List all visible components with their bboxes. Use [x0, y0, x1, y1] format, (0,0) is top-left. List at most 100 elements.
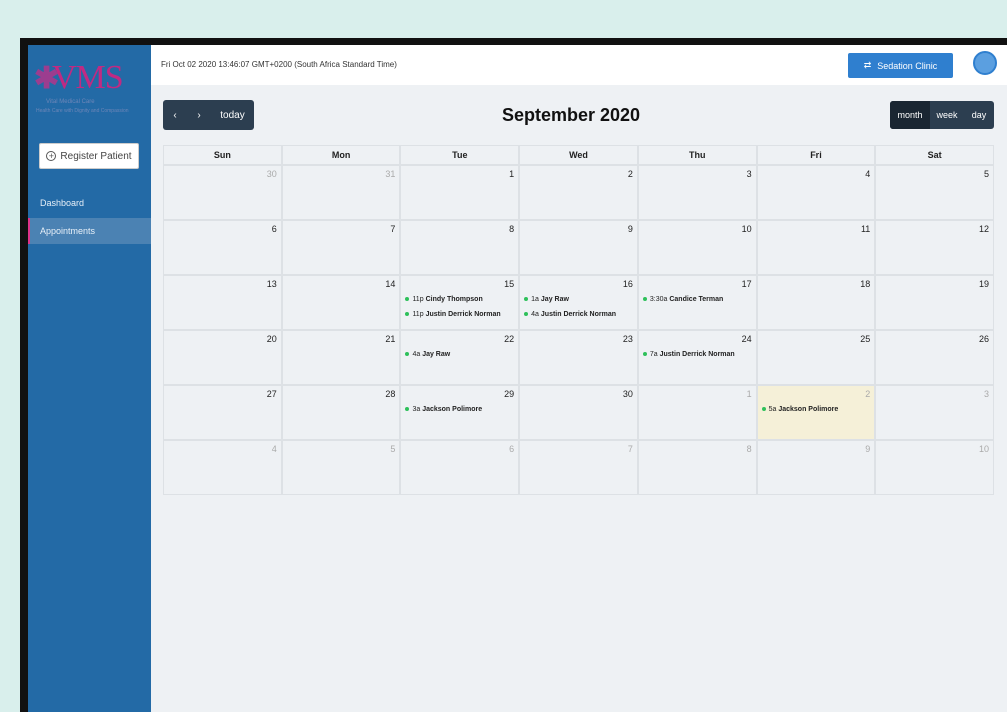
day-cell[interactable]: 31: [281, 165, 401, 220]
calendar-event[interactable]: 3:30a Candice Terman: [642, 296, 723, 303]
day-cell[interactable]: 14: [281, 275, 401, 330]
day-number[interactable]: 2: [628, 169, 633, 179]
day-number[interactable]: 27: [267, 389, 277, 399]
day-cell[interactable]: 18: [756, 275, 876, 330]
day-cell[interactable]: 6: [400, 440, 520, 495]
day-number[interactable]: 21: [385, 334, 395, 344]
day-cell[interactable]: 2: [519, 165, 638, 220]
day-number[interactable]: 29: [504, 389, 514, 399]
day-cell[interactable]: 8: [637, 440, 757, 495]
day-number[interactable]: 3: [747, 169, 752, 179]
day-cell[interactable]: 5: [281, 440, 401, 495]
day-number[interactable]: 5: [390, 444, 395, 454]
calendar-event[interactable]: 11p Cindy Thompson: [405, 296, 483, 303]
day-number[interactable]: 7: [628, 444, 633, 454]
day-cell[interactable]: 15 11p Cindy Thompson 11p Justin Derrick N…: [400, 275, 520, 330]
day-cell[interactable]: 6: [163, 220, 282, 275]
day-number[interactable]: 30: [267, 169, 277, 179]
day-number[interactable]: 22: [504, 334, 514, 344]
sidebar-item-dashboard[interactable]: Dashboard: [28, 190, 151, 216]
day-number[interactable]: 1: [747, 389, 752, 399]
day-number[interactable]: 20: [267, 334, 277, 344]
day-number[interactable]: 18: [860, 279, 870, 289]
day-cell[interactable]: 8: [400, 220, 520, 275]
day-cell[interactable]: 24 7a Justin Derrick Norman: [637, 330, 757, 385]
day-number[interactable]: 1: [509, 169, 514, 179]
day-number[interactable]: 3: [984, 389, 989, 399]
day-cell[interactable]: 26: [875, 330, 995, 385]
logo[interactable]: ✱ VMS Vital Medical Care Health Care wit…: [32, 51, 147, 119]
sidebar-item-appointments[interactable]: Appointments: [28, 218, 151, 244]
day-cell[interactable]: 19: [875, 275, 995, 330]
day-number[interactable]: 10: [979, 444, 989, 454]
day-cell[interactable]: 5: [875, 165, 995, 220]
day-cell[interactable]: 7: [281, 220, 401, 275]
day-number[interactable]: 13: [267, 279, 277, 289]
clinic-switch-button[interactable]: ⇄ Sedation Clinic: [848, 53, 953, 78]
day-cell[interactable]: 23: [519, 330, 638, 385]
day-number[interactable]: 10: [742, 224, 752, 234]
day-number[interactable]: 5: [984, 169, 989, 179]
day-cell[interactable]: 10: [637, 220, 757, 275]
day-cell[interactable]: 1: [400, 165, 520, 220]
day-number[interactable]: 19: [979, 279, 989, 289]
day-cell[interactable]: 17 3:30a Candice Terman: [637, 275, 757, 330]
day-cell[interactable]: 4: [756, 165, 876, 220]
day-number[interactable]: 8: [747, 444, 752, 454]
view-day-button[interactable]: day: [964, 101, 994, 129]
day-cell[interactable]: 28: [281, 385, 401, 440]
day-cell[interactable]: 30: [163, 165, 282, 220]
register-patient-button[interactable]: + Register Patient: [39, 143, 139, 169]
day-number[interactable]: 4: [272, 444, 277, 454]
day-cell[interactable]: 21: [281, 330, 401, 385]
day-cell[interactable]: 9: [756, 440, 876, 495]
day-cell[interactable]: 13: [163, 275, 282, 330]
day-cell[interactable]: 20: [163, 330, 282, 385]
day-number[interactable]: 14: [385, 279, 395, 289]
day-number[interactable]: 30: [623, 389, 633, 399]
day-number[interactable]: 15: [504, 279, 514, 289]
day-number[interactable]: 25: [860, 334, 870, 344]
day-cell[interactable]: 12: [875, 220, 995, 275]
day-number[interactable]: 11: [861, 224, 870, 234]
day-number[interactable]: 2: [865, 389, 870, 399]
day-cell[interactable]: 30: [519, 385, 638, 440]
day-cell[interactable]: 25: [756, 330, 876, 385]
calendar-event[interactable]: 1a Jay Raw: [524, 296, 569, 303]
view-week-button[interactable]: week: [930, 101, 964, 129]
day-number[interactable]: 26: [979, 334, 989, 344]
day-cell[interactable]: 10: [875, 440, 995, 495]
calendar-event[interactable]: 4a Justin Derrick Norman: [524, 311, 616, 318]
day-number[interactable]: 17: [742, 279, 752, 289]
day-cell[interactable]: 1: [637, 385, 757, 440]
day-number[interactable]: 4: [865, 169, 870, 179]
calendar-event[interactable]: 7a Justin Derrick Norman: [642, 351, 735, 358]
day-cell[interactable]: 3: [875, 385, 995, 440]
view-month-button[interactable]: month: [890, 101, 930, 129]
calendar-event[interactable]: 5a Jackson Polimore: [761, 406, 838, 413]
day-cell[interactable]: 9: [519, 220, 638, 275]
day-number[interactable]: 24: [742, 334, 752, 344]
calendar-event[interactable]: 11p Justin Derrick Norman: [405, 311, 501, 318]
day-number[interactable]: 23: [623, 334, 633, 344]
day-cell[interactable]: 3: [637, 165, 757, 220]
day-number[interactable]: 7: [390, 224, 395, 234]
day-cell[interactable]: 29 3a Jackson Polimore: [400, 385, 520, 440]
day-cell[interactable]: 2 5a Jackson Polimore: [756, 385, 876, 440]
user-avatar[interactable]: [973, 51, 997, 75]
calendar-event[interactable]: 3a Jackson Polimore: [405, 406, 482, 413]
day-number[interactable]: 6: [272, 224, 277, 234]
day-number[interactable]: 9: [865, 444, 870, 454]
calendar-event[interactable]: 4a Jay Raw: [405, 351, 450, 358]
day-number[interactable]: 8: [509, 224, 514, 234]
day-cell[interactable]: 11: [756, 220, 876, 275]
day-cell[interactable]: 22 4a Jay Raw: [400, 330, 520, 385]
day-number[interactable]: 16: [623, 279, 633, 289]
day-cell[interactable]: 27: [163, 385, 282, 440]
day-number[interactable]: 9: [628, 224, 633, 234]
day-cell[interactable]: 4: [163, 440, 282, 495]
day-cell[interactable]: 7: [519, 440, 638, 495]
day-number[interactable]: 12: [979, 224, 989, 234]
day-number[interactable]: 6: [509, 444, 514, 454]
day-number[interactable]: 28: [385, 389, 395, 399]
